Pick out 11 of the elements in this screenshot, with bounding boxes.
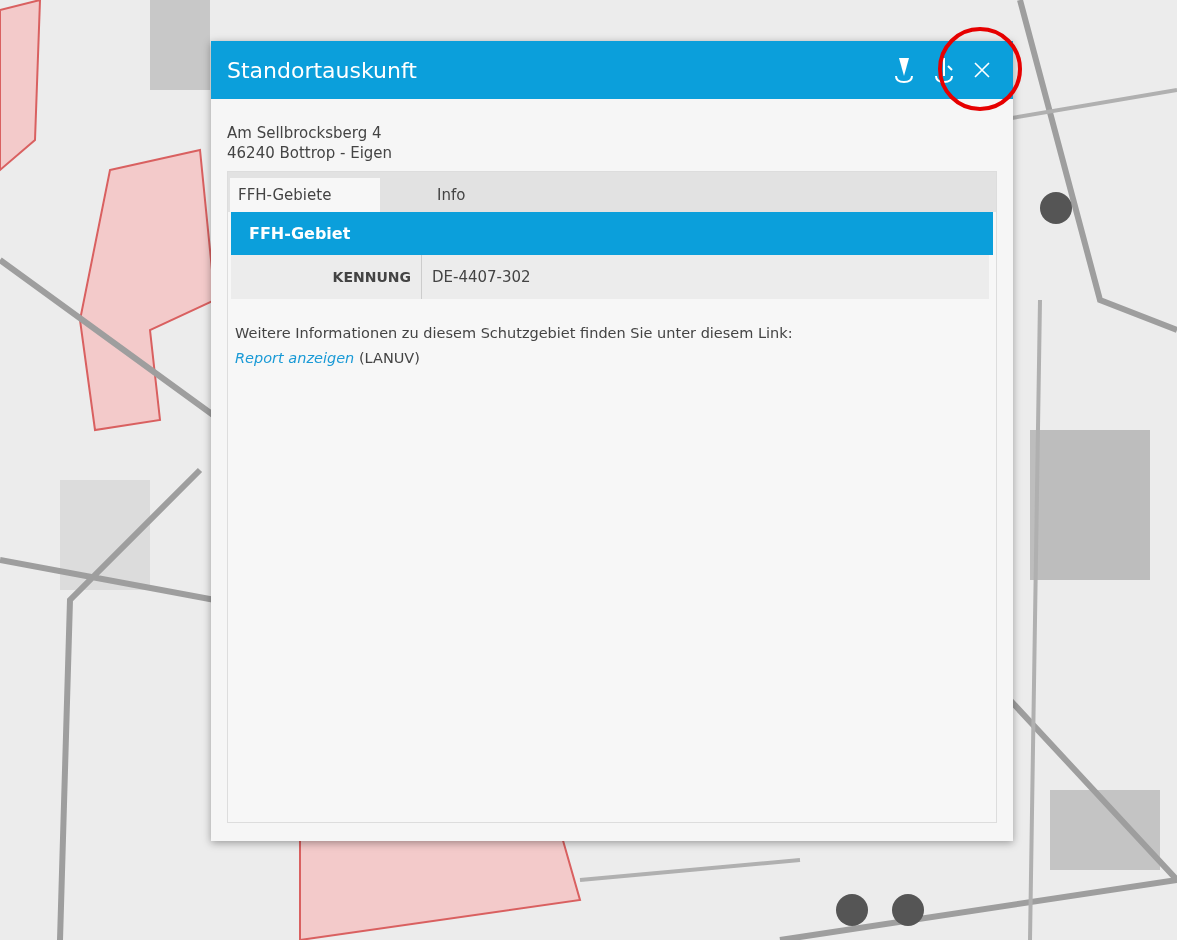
- field-value: DE-4407-302: [431, 268, 531, 286]
- field-label: KENNUNG: [231, 255, 422, 299]
- tab[interactable]: Info: [380, 178, 530, 212]
- address-line: 46240 Bottrop - Eigen: [227, 143, 394, 163]
- popup-title: Standortauskunft: [227, 57, 417, 83]
- pin-icon: [893, 56, 915, 84]
- address-line: Am Sellbrocksberg 4: [227, 123, 383, 143]
- section-header: FFH-Gebiet: [231, 212, 993, 255]
- tab[interactable]: FFH-Gebiete: [230, 178, 380, 212]
- info-paragraph: Weitere Informationen zu diesem Schutzgebiet finden Sie unter diesem Link: Report anzeigen (LANUV): [235, 324, 794, 368]
- close-icon: [973, 61, 991, 79]
